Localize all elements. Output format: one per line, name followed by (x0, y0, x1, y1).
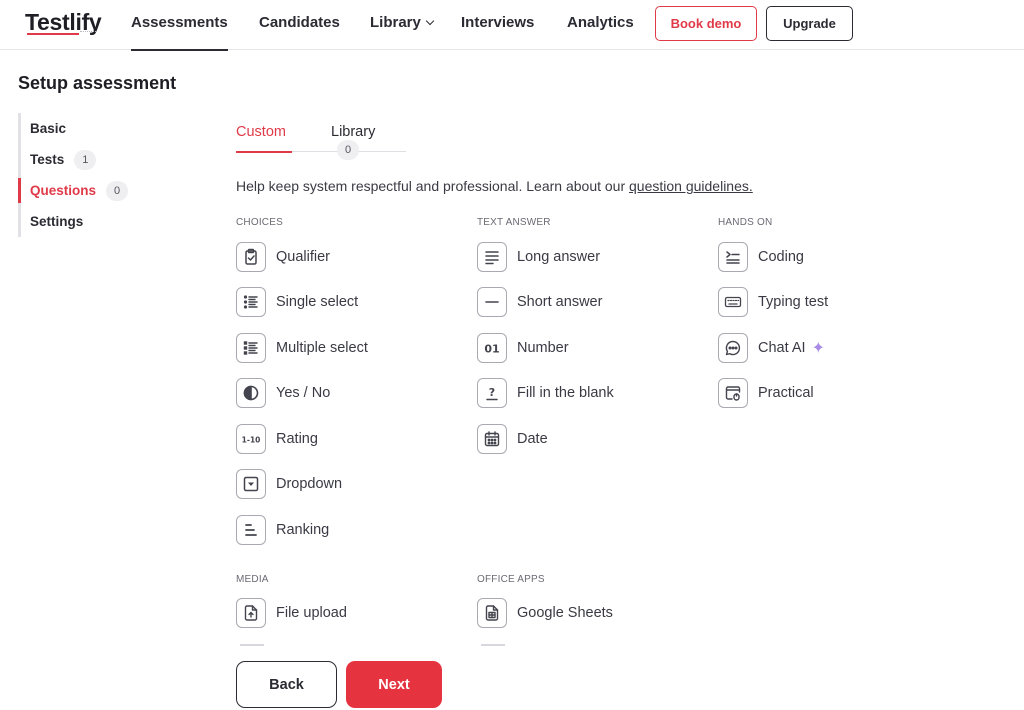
question-guidelines-link[interactable]: question guidelines. (629, 178, 753, 194)
nav-library-label: Library (370, 14, 421, 31)
question-type-label: Rating (276, 431, 318, 447)
question-type-multiple-select[interactable]: Multiple select (236, 333, 368, 363)
help-message: Help keep system respectful and professi… (236, 178, 630, 194)
question-type-label: Practical (758, 385, 814, 401)
rating-scale-icon: 1-10 (236, 424, 266, 454)
step-count-badge: 0 (106, 180, 129, 201)
question-type-label: Google Sheets (517, 605, 613, 621)
calendar-icon (477, 424, 507, 454)
question-type-dropdown[interactable]: Dropdown (236, 469, 342, 499)
question-type-file-upload[interactable]: File upload (236, 598, 347, 628)
step-label: Settings (30, 214, 84, 229)
step-count-badge: 1 (74, 149, 97, 170)
question-type-google-sheets[interactable]: Google Sheets (477, 598, 613, 628)
section-label-office-apps: OFFICE APPS (477, 574, 545, 585)
page-title: Setup assessment (18, 73, 177, 93)
nav-library[interactable]: Library (370, 14, 435, 31)
section-label-text-answer: TEXT ANSWER (477, 217, 551, 228)
logo-dots (80, 31, 96, 35)
section-label-choices: CHOICES (236, 217, 283, 228)
nav-assessments[interactable]: Assessments (131, 14, 228, 51)
file-upload-icon (236, 598, 266, 628)
svg-text:1-10: 1-10 (242, 436, 260, 445)
step-label: Tests (30, 152, 65, 167)
question-type-date[interactable]: Date (477, 424, 548, 454)
window-pointer-icon (718, 378, 748, 408)
number-icon: 01 (477, 333, 507, 363)
scroll-overflow-hint (240, 644, 264, 646)
keyboard-icon (718, 287, 748, 317)
step-basic[interactable]: Basic (21, 113, 178, 144)
tab-library-label: Library (331, 124, 376, 140)
nav-analytics[interactable]: Analytics (567, 14, 634, 31)
paragraph-icon (477, 242, 507, 272)
question-type-long-answer[interactable]: Long answer (477, 242, 600, 272)
nav-interviews[interactable]: Interviews (461, 14, 534, 31)
ranking-icon (236, 515, 266, 545)
question-type-qualifier[interactable]: Qualifier (236, 242, 330, 272)
question-type-label: Yes / No (276, 385, 331, 401)
question-type-label: Date (517, 431, 548, 447)
chat-bubble-icon (718, 333, 748, 363)
question-mark-icon: ? (477, 378, 507, 408)
question-type-label: Dropdown (276, 476, 343, 492)
step-tests[interactable]: Tests 1 (21, 144, 178, 175)
code-icon (718, 242, 748, 272)
question-type-label: Typing test (758, 294, 829, 310)
question-type-practical[interactable]: Practical (718, 378, 814, 408)
section-label-media: MEDIA (236, 574, 269, 585)
question-type-coding[interactable]: Coding (718, 242, 804, 272)
question-type-label: Multiple select (276, 340, 368, 356)
setup-steps: Basic Tests 1 Questions 0 Settings (18, 113, 178, 237)
question-type-ranking[interactable]: Ranking (236, 515, 329, 545)
sparkle-icon: ✦ (811, 340, 825, 357)
back-button[interactable]: Back (236, 661, 337, 708)
question-type-fill-in-the-blank[interactable]: ? Fill in the blank (477, 378, 614, 408)
book-demo-button[interactable]: Book demo (655, 6, 757, 41)
library-count-badge: 0 (337, 140, 359, 160)
question-type-label: Single select (276, 294, 359, 310)
svg-text:?: ? (489, 386, 495, 399)
question-type-label: Chat AI (758, 340, 806, 356)
scroll-overflow-hint (481, 644, 505, 646)
question-type-chat-ai[interactable]: Chat AI ✦ (718, 333, 825, 363)
question-type-yes-no[interactable]: Yes / No (236, 378, 330, 408)
question-type-label: Short answer (517, 294, 603, 310)
question-type-label: Long answer (517, 249, 601, 265)
section-label-hands-on: HANDS ON (718, 217, 773, 228)
tab-custom[interactable]: Custom (236, 124, 292, 153)
question-type-label: Coding (758, 249, 804, 265)
tab-library[interactable]: Library 0 (331, 124, 406, 160)
checklist-icon (236, 333, 266, 363)
step-label: Basic (30, 121, 67, 136)
dropdown-icon (236, 469, 266, 499)
next-button[interactable]: Next (346, 661, 442, 708)
spreadsheet-icon (477, 598, 507, 628)
question-type-single-select[interactable]: Single select (236, 287, 358, 317)
question-type-short-answer[interactable]: Short answer (477, 287, 602, 317)
svg-text:01: 01 (484, 343, 499, 356)
logo-underline (27, 33, 79, 35)
question-type-typing-test[interactable]: Typing test (718, 287, 828, 317)
clipboard-check-icon (236, 242, 266, 272)
step-questions[interactable]: Questions 0 (18, 175, 178, 206)
step-label: Questions (30, 183, 97, 198)
question-type-rating[interactable]: 1-10 Rating (236, 424, 318, 454)
step-settings[interactable]: Settings (21, 206, 178, 237)
chevron-down-icon (425, 16, 435, 26)
question-type-label: Qualifier (276, 249, 330, 265)
list-icon (236, 287, 266, 317)
question-type-label: Fill in the blank (517, 385, 614, 401)
question-type-label: Number (517, 340, 569, 356)
nav-candidates[interactable]: Candidates (259, 14, 340, 31)
question-source-tabs: Custom Library 0 (236, 118, 406, 160)
question-type-number[interactable]: 01 Number (477, 333, 569, 363)
question-type-label: Ranking (276, 522, 330, 538)
top-navigation: Testlify Assessments Candidates Library … (0, 0, 1024, 51)
half-circle-icon (236, 378, 266, 408)
help-text: Help keep system respectful and professi… (236, 178, 753, 194)
short-line-icon (477, 287, 507, 317)
question-type-label: File upload (276, 605, 347, 621)
upgrade-button[interactable]: Upgrade (766, 6, 853, 41)
